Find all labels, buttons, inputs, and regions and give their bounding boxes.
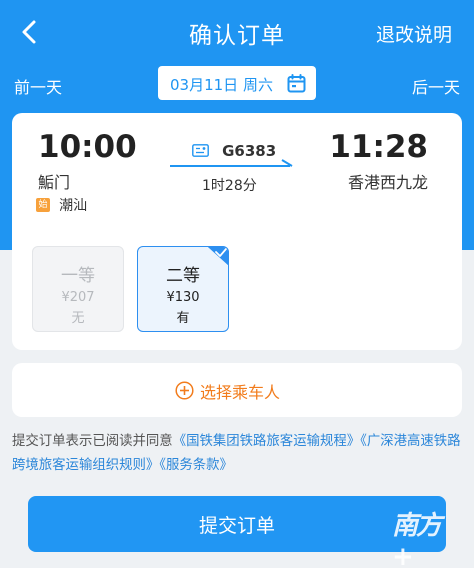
origin-station: 潮汕 <box>59 197 88 214</box>
seat-price: ¥130 <box>166 290 200 305</box>
seat-option-first-class[interactable]: 一等 ¥207 无 <box>32 246 124 332</box>
origin-badge: 始 <box>36 197 50 212</box>
departure-station: 鮜门 <box>38 173 71 192</box>
agreement-prefix: 提交订单表示已阅读并同意 <box>12 434 173 449</box>
refund-policy-link[interactable]: 退改说明 <box>376 20 452 47</box>
watermark-logo: 南方+ <box>392 505 454 568</box>
select-passenger-label: 选择乘车人 <box>200 383 281 402</box>
ticket-icon <box>192 144 209 157</box>
seat-class-name: 一等 <box>61 266 95 286</box>
seat-price: ¥207 <box>61 290 95 305</box>
direction-arrow-icon <box>170 159 293 167</box>
top-bar: 确认订单 退改说明 <box>0 0 474 62</box>
regulation-link-railway[interactable]: 《国铁集团铁路旅客运输规程》 <box>173 434 360 449</box>
watermark-text: 南方+ <box>392 511 442 568</box>
seat-availability: 无 <box>71 311 85 326</box>
selected-date: 03月11日 周六 <box>170 76 273 94</box>
check-icon <box>208 247 228 265</box>
date-bar: 前一天 03月11日 周六 后一天 <box>0 64 474 104</box>
agreement-text: 提交订单表示已阅读并同意《国铁集团铁路旅客运输规程》《广深港高速铁路跨境旅客运输… <box>12 430 464 478</box>
plus-circle-icon <box>175 381 194 400</box>
origin-station-row: 始 潮汕 <box>36 194 87 214</box>
select-passenger-button[interactable]: 选择乘车人 <box>12 363 462 417</box>
submit-order-label: 提交订单 <box>198 515 275 537</box>
train-info[interactable]: G6383 <box>192 140 276 160</box>
trip-duration: 1时28分 <box>202 178 257 194</box>
trip-card: 10:00 鮜门 始 潮汕 G6383 1时28分 11:28 香港西九龙 一等… <box>12 113 462 350</box>
arrival-time: 11:28 <box>329 129 428 165</box>
next-day-button[interactable]: 后一天 <box>412 74 460 98</box>
calendar-icon <box>287 74 306 93</box>
previous-day-button[interactable]: 前一天 <box>14 74 62 98</box>
seat-option-second-class[interactable]: 二等 ¥130 有 <box>137 246 229 332</box>
date-selector[interactable]: 03月11日 周六 <box>158 66 316 100</box>
arrival-station: 香港西九龙 <box>347 173 428 192</box>
terms-of-service-link[interactable]: 《服务条款》 <box>159 458 233 473</box>
departure-time: 10:00 <box>38 129 137 165</box>
train-number: G6383 <box>222 141 277 160</box>
submit-order-button[interactable]: 提交订单 <box>28 496 446 552</box>
seat-availability: 有 <box>176 311 190 326</box>
